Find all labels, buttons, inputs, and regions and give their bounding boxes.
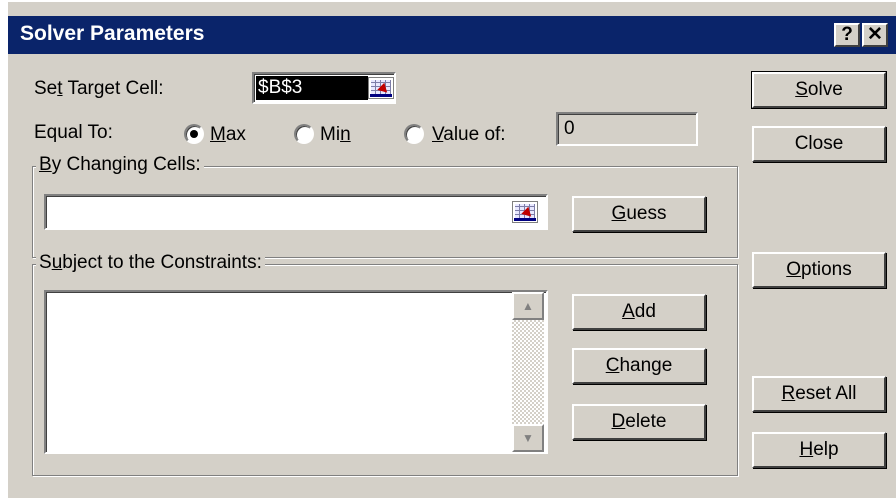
constraints-list[interactable]: ▲ ▼ (44, 290, 548, 454)
target-cell-value: $B$3 (256, 76, 368, 100)
dialog-title: Solver Parameters (20, 22, 205, 45)
options-button[interactable]: Options (752, 252, 886, 288)
help-button[interactable]: Help (752, 432, 886, 468)
value-of-radio[interactable] (404, 124, 424, 144)
equal-to-label: Equal To: (34, 122, 113, 143)
title-bar[interactable]: Solver Parameters ? ✕ (8, 16, 896, 54)
set-target-cell-label: Set Target Cell: (34, 78, 164, 99)
constraints-scrollbar[interactable]: ▲ ▼ (512, 292, 544, 452)
scroll-down-icon[interactable]: ▼ (512, 424, 544, 452)
constraints-label: Subject to the Constraints: (36, 252, 265, 274)
guess-button[interactable]: Guess (572, 196, 706, 232)
value-of-text: 0 (564, 118, 575, 139)
max-radio[interactable] (184, 124, 204, 144)
min-radio[interactable] (294, 124, 314, 144)
value-of-label[interactable]: Value of: (432, 124, 506, 146)
changing-cells-input[interactable] (44, 194, 548, 230)
changing-cells-label: By Changing Cells: (36, 154, 204, 176)
target-cell-input[interactable]: $B$3 (252, 72, 396, 104)
change-button[interactable]: Change (572, 348, 706, 384)
add-button[interactable]: Add (572, 294, 706, 330)
help-title-button[interactable]: ? (834, 23, 860, 47)
delete-button[interactable]: Delete (572, 404, 706, 440)
scroll-up-icon[interactable]: ▲ (512, 292, 544, 320)
solve-button[interactable]: Solve (751, 71, 887, 109)
collapse-dialog-icon[interactable] (512, 201, 538, 223)
collapse-dialog-icon[interactable] (368, 77, 394, 99)
value-of-input[interactable]: 0 (556, 112, 698, 146)
close-title-button[interactable]: ✕ (862, 23, 888, 47)
min-label[interactable]: Min (320, 124, 351, 146)
reset-all-button[interactable]: Reset All (752, 376, 886, 412)
radio-selected-dot (190, 130, 198, 138)
solver-dialog: Solver Parameters ? ✕ Set Target Cell: $… (6, 0, 896, 498)
max-label[interactable]: Max (210, 124, 246, 146)
close-button[interactable]: Close (752, 126, 886, 162)
